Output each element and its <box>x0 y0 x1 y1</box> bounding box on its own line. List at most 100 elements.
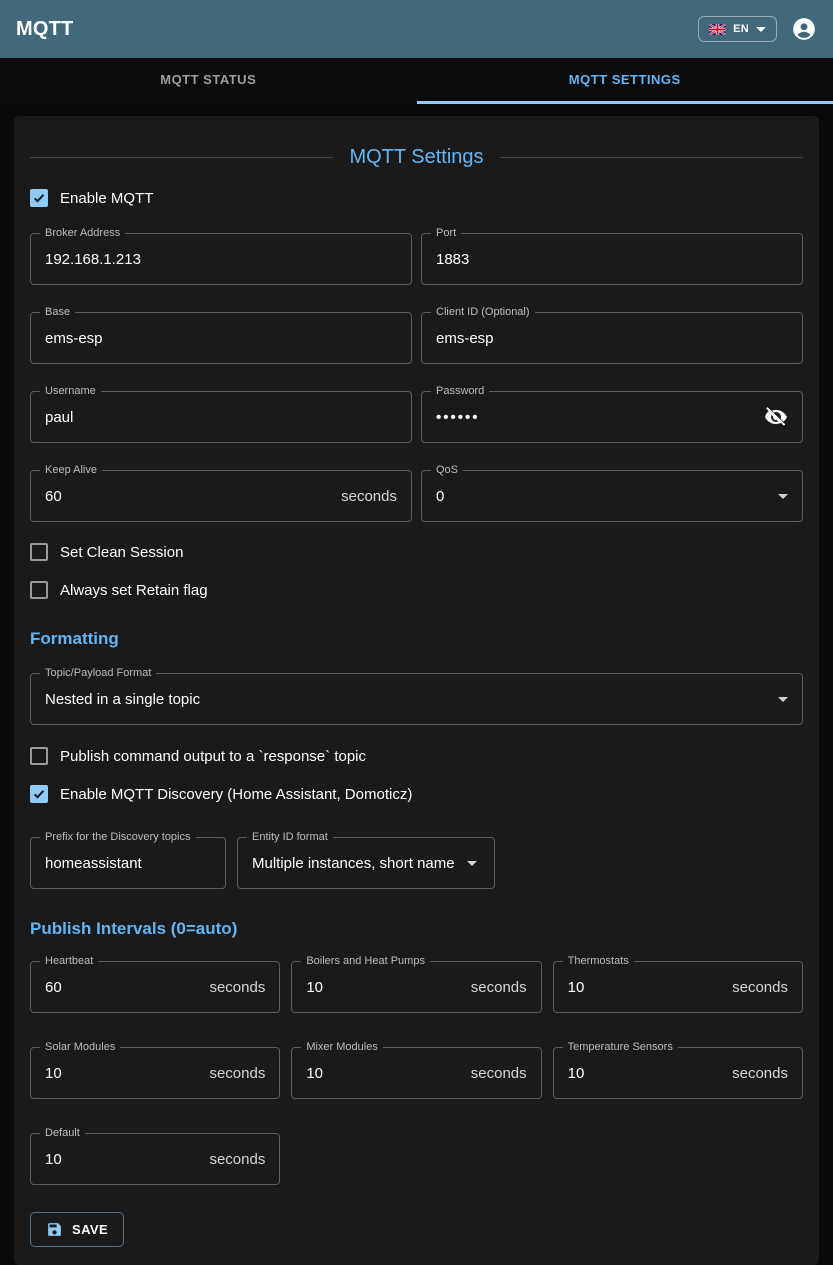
unit-adornment: seconds <box>732 979 788 996</box>
page-title: MQTT <box>16 18 73 41</box>
tab-mqtt-status[interactable]: MQTT STATUS <box>0 58 417 104</box>
field-label: Heartbeat <box>40 955 98 968</box>
field-label: Keep Alive <box>40 464 102 477</box>
field-value: 10 <box>306 979 323 996</box>
solar-interval-field[interactable]: Solar Modules 10 seconds <box>30 1047 280 1099</box>
base-field[interactable]: Base ems-esp <box>30 312 412 364</box>
chevron-down-icon <box>778 494 788 499</box>
save-icon <box>46 1221 63 1238</box>
checkbox-icon[interactable] <box>30 747 48 765</box>
save-button-label: SAVE <box>72 1222 108 1237</box>
field-value: 1883 <box>436 251 469 268</box>
field-label: Solar Modules <box>40 1041 120 1054</box>
unit-adornment: seconds <box>471 979 527 996</box>
field-label: Username <box>40 385 101 398</box>
field-label: Boilers and Heat Pumps <box>301 955 430 968</box>
default-interval-field[interactable]: Default 10 seconds <box>30 1133 280 1185</box>
field-value: homeassistant <box>45 855 142 872</box>
thermostats-interval-field[interactable]: Thermostats 10 seconds <box>553 961 803 1013</box>
language-label: EN <box>733 23 749 35</box>
field-value: 0 <box>436 488 444 505</box>
account-circle-icon[interactable] <box>791 16 817 42</box>
field-value: 10 <box>45 1065 62 1082</box>
broker-address-field[interactable]: Broker Address 192.168.1.213 <box>30 233 412 285</box>
formatting-heading: Formatting <box>30 629 803 649</box>
panel-title-row: MQTT Settings <box>30 146 803 169</box>
heartbeat-interval-field[interactable]: Heartbeat 60 seconds <box>30 961 280 1013</box>
language-selector-button[interactable]: EN <box>698 16 777 42</box>
field-label: Default <box>40 1127 85 1140</box>
topic-payload-format-select[interactable]: Topic/Payload Format Nested in a single … <box>30 673 803 725</box>
save-button[interactable]: SAVE <box>30 1212 124 1247</box>
field-value: 10 <box>306 1065 323 1082</box>
entity-id-format-select[interactable]: Entity ID format Multiple instances, sho… <box>237 837 495 889</box>
unit-adornment: seconds <box>341 488 397 505</box>
field-value: paul <box>45 409 73 426</box>
field-label: Base <box>40 306 75 319</box>
discovery-prefix-field[interactable]: Prefix for the Discovery topics homeassi… <box>30 837 226 889</box>
checkbox-icon[interactable] <box>30 189 48 207</box>
checkbox-icon[interactable] <box>30 581 48 599</box>
checkbox-label: Enable MQTT <box>60 190 153 207</box>
unit-adornment: seconds <box>209 1151 265 1168</box>
checkbox-label: Enable MQTT Discovery (Home Assistant, D… <box>60 786 412 803</box>
retain-flag-checkbox[interactable]: Always set Retain flag <box>30 581 803 599</box>
clean-session-checkbox[interactable]: Set Clean Session <box>30 543 803 561</box>
unit-adornment: seconds <box>471 1065 527 1082</box>
field-value: •••••• <box>436 409 480 426</box>
port-field[interactable]: Port 1883 <box>421 233 803 285</box>
checkbox-label: Always set Retain flag <box>60 582 208 599</box>
unit-adornment: seconds <box>209 979 265 996</box>
divider <box>30 157 333 158</box>
field-value: ems-esp <box>45 330 103 347</box>
mixer-interval-field[interactable]: Mixer Modules 10 seconds <box>291 1047 541 1099</box>
panel-title: MQTT Settings <box>333 146 499 169</box>
unit-adornment: seconds <box>209 1065 265 1082</box>
field-label: Entity ID format <box>247 831 333 844</box>
field-value: 10 <box>568 979 585 996</box>
field-label: Prefix for the Discovery topics <box>40 831 196 844</box>
enable-mqtt-checkbox[interactable]: Enable MQTT <box>30 189 803 207</box>
chevron-down-icon <box>756 27 766 32</box>
field-label: Thermostats <box>563 955 634 968</box>
field-value: 192.168.1.213 <box>45 251 141 268</box>
temperature-interval-field[interactable]: Temperature Sensors 10 seconds <box>553 1047 803 1099</box>
settings-panel: MQTT Settings Enable MQTT Broker Address… <box>14 116 819 1265</box>
field-label: Password <box>431 385 489 398</box>
field-value: Multiple instances, short name <box>252 855 455 872</box>
field-label: Temperature Sensors <box>563 1041 678 1054</box>
field-label: QoS <box>431 464 463 477</box>
checkbox-icon[interactable] <box>30 785 48 803</box>
boilers-interval-field[interactable]: Boilers and Heat Pumps 10 seconds <box>291 961 541 1013</box>
qos-select[interactable]: QoS 0 <box>421 470 803 522</box>
field-value: 60 <box>45 979 62 996</box>
username-field[interactable]: Username paul <box>30 391 412 443</box>
checkbox-label: Publish command output to a `response` t… <box>60 748 366 765</box>
publish-intervals-heading: Publish Intervals (0=auto) <box>30 919 803 939</box>
checkbox-icon[interactable] <box>30 543 48 561</box>
client-id-field[interactable]: Client ID (Optional) ems-esp <box>421 312 803 364</box>
field-label: Port <box>431 227 461 240</box>
checkbox-label: Set Clean Session <box>60 544 183 561</box>
field-label: Mixer Modules <box>301 1041 383 1054</box>
uk-flag-icon <box>709 24 726 35</box>
tab-bar: MQTT STATUS MQTT SETTINGS <box>0 58 833 104</box>
field-label: Broker Address <box>40 227 125 240</box>
chevron-down-icon <box>778 697 788 702</box>
field-value: 10 <box>568 1065 585 1082</box>
publish-response-checkbox[interactable]: Publish command output to a `response` t… <box>30 747 803 765</box>
mqtt-discovery-checkbox[interactable]: Enable MQTT Discovery (Home Assistant, D… <box>30 785 803 803</box>
divider <box>500 157 803 158</box>
chevron-down-icon <box>467 861 477 866</box>
visibility-off-icon[interactable] <box>764 405 788 429</box>
field-label: Client ID (Optional) <box>431 306 535 319</box>
field-value: Nested in a single topic <box>45 691 200 708</box>
tab-mqtt-settings[interactable]: MQTT SETTINGS <box>417 58 833 104</box>
field-value: ems-esp <box>436 330 494 347</box>
field-label: Topic/Payload Format <box>40 667 156 680</box>
field-value: 10 <box>45 1151 62 1168</box>
password-field[interactable]: Password •••••• <box>421 391 803 443</box>
field-value: 60 <box>45 488 62 505</box>
app-header: MQTT EN <box>0 0 833 58</box>
keep-alive-field[interactable]: Keep Alive 60 seconds <box>30 470 412 522</box>
